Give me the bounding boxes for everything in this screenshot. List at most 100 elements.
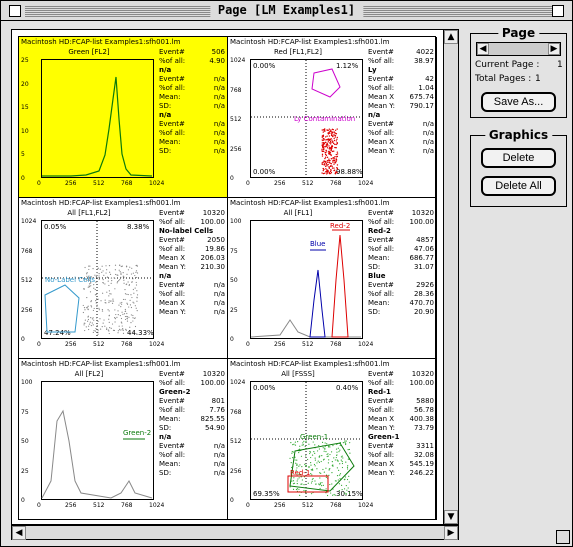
stat-value: 4.90 — [209, 57, 225, 65]
page-prev-icon[interactable]: ◀ — [477, 43, 489, 55]
page-panel-title: Page — [497, 26, 540, 40]
stat-value: n/a — [213, 120, 225, 128]
plot-cell[interactable]: Macintosh HD:FCAP-list Examples1:sfh001.… — [228, 359, 437, 520]
plot-area[interactable]: 0.00% 0.40% 69.35% 30.15% Green-1 Red-1 — [250, 381, 364, 501]
scatter-dot — [117, 332, 119, 334]
plot-area[interactable]: Green-2 — [41, 381, 155, 501]
scatter-dot — [336, 141, 338, 144]
plot-cell[interactable]: Macintosh HD:FCAP-list Examples1:sfh001.… — [228, 37, 437, 198]
scatter-dot — [122, 327, 124, 330]
scatter-dot — [296, 463, 298, 465]
scatter-dot — [130, 306, 133, 309]
stat-label: n/a — [159, 111, 172, 119]
scroll-down-icon[interactable]: ▼ — [444, 510, 458, 524]
scatter-dot — [348, 448, 350, 451]
scatter-dot — [128, 331, 130, 333]
stat-row: n/a — [159, 66, 225, 75]
scatter-dot — [328, 159, 330, 162]
scatter-dot — [111, 280, 113, 282]
scatter-dot — [344, 492, 346, 494]
stat-label: Event# — [159, 209, 185, 217]
plot-title: All [FL1] — [283, 209, 313, 217]
scatter-dot — [86, 296, 88, 299]
scatter-dot — [105, 272, 107, 274]
stat-label: Mean: — [159, 460, 181, 468]
no-label-gate — [44, 284, 80, 333]
x-tick-label: 1024 — [358, 341, 374, 348]
plot-cell[interactable]: Macintosh HD:FCAP-list Examples1:sfh001.… — [19, 198, 228, 359]
scatter-dot — [109, 293, 111, 295]
zoom-box[interactable] — [552, 5, 564, 17]
scatter-dot — [328, 135, 331, 137]
stat-label: n/a — [368, 111, 381, 119]
plot-area[interactable] — [41, 59, 155, 179]
scroll-up-icon[interactable]: ▲ — [444, 30, 458, 44]
delete-all-button[interactable]: Delete All — [481, 176, 556, 196]
stat-value: 10320 — [411, 370, 434, 378]
scatter-dot — [111, 323, 114, 325]
scatter-dot — [120, 276, 122, 278]
stat-value: 470.70 — [409, 299, 435, 307]
plot-cell[interactable]: Macintosh HD:FCAP-list Examples1:sfh001.… — [228, 198, 437, 359]
scatter-dot — [111, 300, 113, 302]
title-bar[interactable]: Page [LM Examples1] — [1, 1, 572, 21]
scatter-dot — [311, 480, 313, 482]
scatter-dot — [129, 326, 131, 328]
scatter-dot — [321, 148, 323, 150]
y-tick-label: 512 — [230, 438, 242, 445]
scroll-left-icon[interactable]: ◀ — [12, 526, 26, 540]
scatter-dot — [294, 441, 296, 443]
stat-value: 100.00 — [409, 218, 435, 226]
page-scroller[interactable]: ◀ ▶ — [476, 42, 561, 56]
plot-area[interactable]: 0.00% 1.12% 0.00% 98.88% Ly Contamination — [250, 59, 364, 179]
scatter-dot — [93, 284, 95, 286]
scatter-dot — [309, 452, 311, 455]
plot-area[interactable]: 0.05% 8.38% 47.24% 44.33% No-Label Cells — [41, 220, 155, 340]
scatter-dot — [108, 300, 110, 302]
scatter-dot — [322, 131, 325, 133]
quadrant-br-label: 98.88% — [336, 168, 363, 176]
plot-cell[interactable]: Macintosh HD:FCAP-list Examples1:sfh001.… — [19, 359, 228, 520]
plot-area[interactable]: Blue Red-2 — [250, 220, 364, 340]
scatter-dot — [104, 283, 106, 285]
y-tick-label: 5 — [21, 151, 25, 159]
stat-label: Green-1 — [368, 433, 400, 441]
scatter-dot — [128, 283, 131, 286]
scatter-dot — [322, 169, 324, 172]
grow-box[interactable] — [556, 530, 570, 544]
save-as-button[interactable]: Save As... — [481, 92, 556, 112]
scatter-dot — [114, 318, 117, 320]
stat-row: Event# 4022 — [368, 48, 434, 57]
scatter-dot — [95, 327, 97, 330]
stat-value: 210.30 — [200, 263, 226, 271]
stat-value: 32.08 — [413, 451, 434, 459]
scatter-dot — [83, 322, 85, 324]
horizontal-scrollbar[interactable]: ◀ ▶ — [11, 525, 459, 540]
scatter-dot — [136, 276, 138, 279]
vertical-scrollbar[interactable]: ▲ ▼ — [443, 29, 459, 525]
scatter-dot — [344, 440, 346, 442]
stat-label: Mean Y: — [368, 147, 396, 155]
stat-row: Event# 4857 — [368, 236, 434, 245]
scatter-dot — [348, 491, 351, 494]
scatter-dot — [334, 143, 336, 146]
scroll-right-icon[interactable]: ▶ — [444, 526, 458, 540]
stat-value: n/a — [422, 120, 434, 128]
scatter-dot — [120, 273, 122, 275]
x-tick-label: 768 — [330, 341, 342, 348]
scatter-dot — [122, 313, 124, 315]
scatter-dot — [308, 443, 310, 445]
stat-row: %of all: 56.78 — [368, 406, 434, 415]
delete-button[interactable]: Delete — [481, 148, 556, 168]
plot-cell[interactable]: Macintosh HD:FCAP-list Examples1:sfh001.… — [19, 37, 228, 198]
stat-label: SD: — [368, 308, 381, 316]
scatter-dot — [124, 315, 127, 318]
close-box[interactable] — [9, 5, 21, 17]
stat-row: %of all: 19.86 — [159, 245, 225, 254]
scatter-dot — [336, 168, 339, 170]
scatter-dot — [347, 465, 349, 467]
page-next-icon[interactable]: ▶ — [548, 43, 560, 55]
stat-label: Mean X — [368, 93, 395, 101]
scatter-dot — [119, 278, 121, 281]
scatter-dot — [106, 328, 108, 331]
